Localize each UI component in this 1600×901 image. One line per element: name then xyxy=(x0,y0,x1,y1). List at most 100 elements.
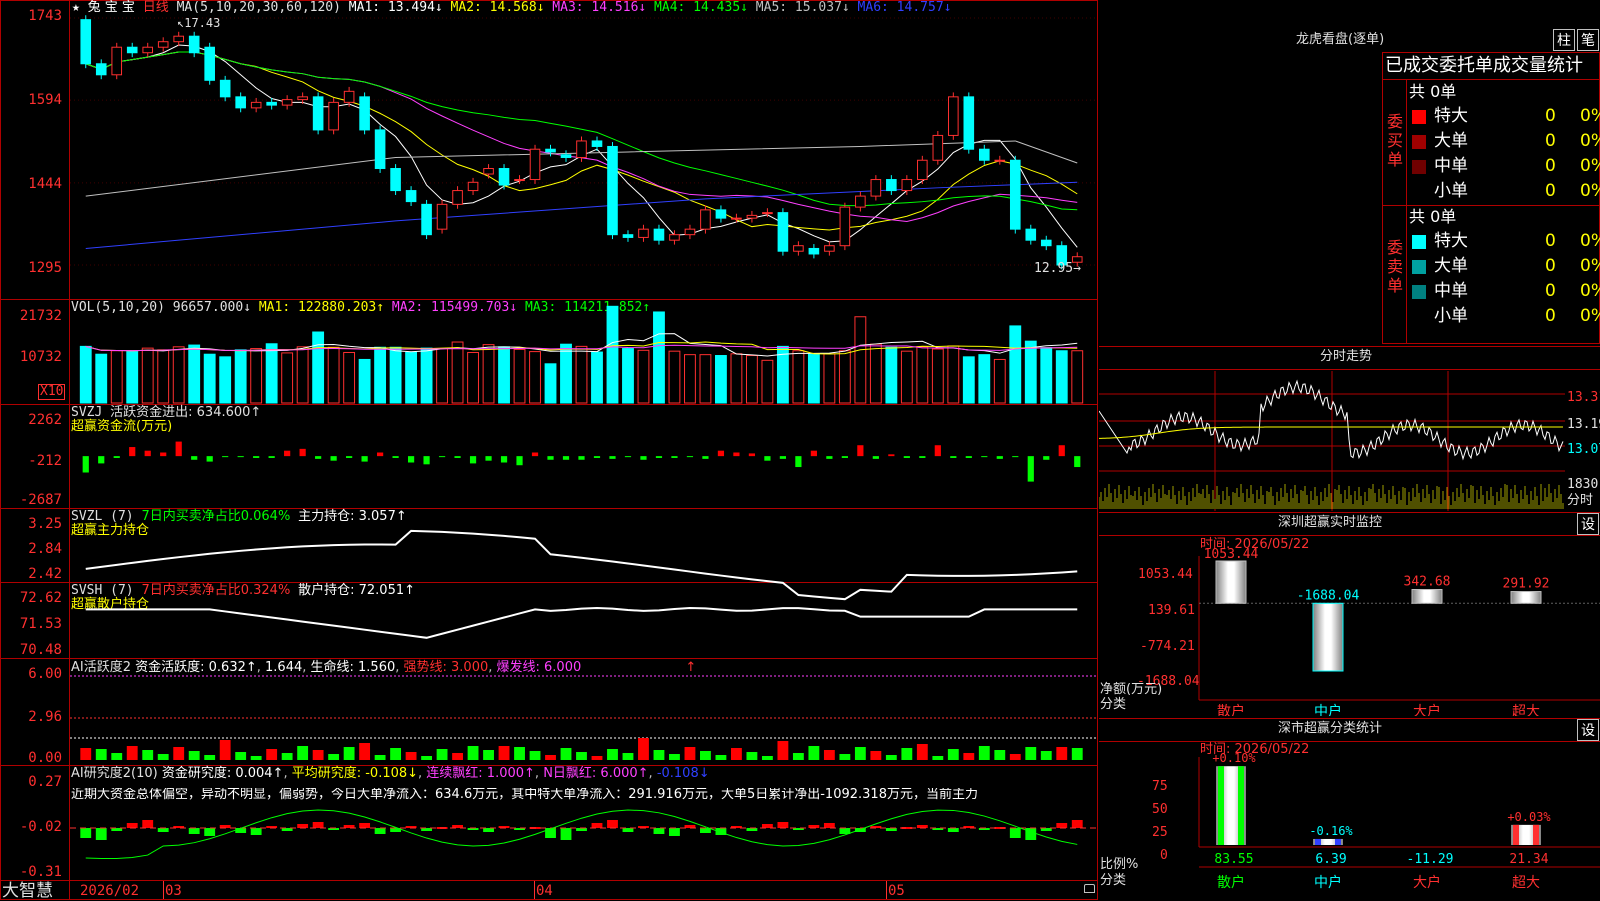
activity-bar xyxy=(529,751,541,760)
candle-body xyxy=(700,209,711,230)
volume-bar xyxy=(869,343,882,404)
intraday-vol-tick: 1830 xyxy=(1567,477,1599,492)
monitor-bar xyxy=(1411,589,1443,604)
intraday-price-line xyxy=(1099,379,1564,461)
intraday-title: 分时走势 xyxy=(1320,349,1373,364)
volume-bar xyxy=(281,352,294,404)
research-bar xyxy=(823,823,835,828)
fund-flow-bar xyxy=(609,456,616,459)
fund-flow-bar xyxy=(934,445,941,457)
volume-bar xyxy=(250,348,263,404)
intraday-avg-line xyxy=(1099,426,1563,439)
volume-bar xyxy=(513,348,526,404)
brand-logo[interactable]: 大智慧 xyxy=(2,882,53,900)
classify-settings-button[interactable]: 设 xyxy=(1577,719,1599,741)
volume-bar xyxy=(498,346,510,404)
volume-bar xyxy=(885,346,898,404)
monitor-category-label: 散户 xyxy=(1217,703,1245,716)
fund-flow-bar xyxy=(237,456,244,458)
volume-bar xyxy=(436,348,448,404)
candle-body xyxy=(886,179,897,192)
volume-bar xyxy=(157,349,170,404)
order-count: 0 xyxy=(1545,181,1556,201)
volume-bar xyxy=(1024,340,1037,404)
volume-bar xyxy=(916,346,929,404)
volume-bar xyxy=(420,347,433,404)
fund-flow-bar xyxy=(129,447,136,457)
ytick-svzl-0: 3.25 xyxy=(28,516,62,532)
volume-bar xyxy=(730,353,743,404)
classify-bar-accent xyxy=(1315,838,1321,845)
fund-flow-bar xyxy=(702,456,709,459)
ytick-vol-1: 10732 xyxy=(19,349,62,365)
xtick-marker xyxy=(534,881,535,899)
bar-toggle-button[interactable]: 柱 xyxy=(1553,29,1575,51)
fund-flow-bar xyxy=(547,456,554,460)
activity-bar xyxy=(266,749,278,760)
order-stats-title: 已成交委托单成交量统计 xyxy=(1385,55,1583,76)
order-swatch xyxy=(1412,285,1426,299)
volume-bar xyxy=(343,351,356,404)
ytick-ai-0: 6.00 xyxy=(28,666,62,682)
volume-bar xyxy=(715,355,727,404)
lock-icon[interactable] xyxy=(1084,884,1095,893)
intraday-time-tick: 分时 xyxy=(1567,493,1594,508)
volume-bar xyxy=(591,351,603,404)
monitor-chart[interactable]: 散户 -1688.04 中户 342.68 大户 291.92 超大 1053.44 xyxy=(1099,536,1600,716)
research-bar xyxy=(545,828,556,838)
candle-body xyxy=(219,79,231,98)
tick-toggle-button[interactable]: 笔 xyxy=(1577,29,1599,51)
fund-flow-bar xyxy=(361,456,368,462)
order-pct: 0% xyxy=(1580,231,1600,251)
chart-canvas[interactable] xyxy=(70,0,1097,881)
activity-bar xyxy=(1040,751,1052,760)
activity-bar xyxy=(452,753,463,760)
activity-bar xyxy=(777,741,789,760)
research-bar xyxy=(312,822,324,828)
order-count: 0 xyxy=(1545,106,1556,126)
order-type: 中单 xyxy=(1434,156,1468,176)
candle-body xyxy=(855,195,866,208)
activity-bar xyxy=(700,751,711,760)
intraday-chart[interactable] xyxy=(1099,371,1565,511)
vol-unit-badge[interactable]: X10 xyxy=(38,384,66,400)
fund-flow-bar xyxy=(919,456,926,458)
activity-bar xyxy=(204,755,216,760)
intraday-ytick-2: 13.07 xyxy=(1567,442,1600,457)
classify-chart[interactable]: +0.10% 83.55 散户 -0.16% 6.39 中户 -11.29 大户 +0.03% 2… xyxy=(1099,742,1600,900)
volume-bar xyxy=(327,346,340,404)
volume-bar xyxy=(358,358,371,404)
ytick-main-3: 1295 xyxy=(28,260,62,276)
order-count: 0 xyxy=(1545,156,1556,176)
activity-bar xyxy=(591,756,603,760)
volume-bar xyxy=(606,305,619,404)
activity-bar xyxy=(157,754,169,760)
fund-flow-bar xyxy=(160,452,167,457)
xtick-0: 2026/02 xyxy=(80,883,140,899)
research-bar xyxy=(204,828,216,836)
fund-flow-bar xyxy=(113,456,120,458)
volume-bar xyxy=(1009,325,1022,404)
classify-value-label: 21.34 xyxy=(1509,852,1548,867)
research-bar xyxy=(653,828,665,834)
volume-bar xyxy=(900,350,913,404)
candle-body xyxy=(1040,239,1052,247)
volume-bar xyxy=(699,354,712,404)
order-pct: 0% xyxy=(1580,106,1600,126)
monitor-settings-button[interactable]: 设 xyxy=(1577,513,1599,535)
ytick-svsh-2: 70.48 xyxy=(19,642,62,658)
low-value: 12.95→ xyxy=(1034,261,1081,276)
xtick-marker xyxy=(886,881,887,899)
ytick-vol-0: 21732 xyxy=(19,308,62,324)
ytick-svzl-1: 2.84 xyxy=(28,541,62,557)
volume-bar xyxy=(761,359,774,404)
candle-body xyxy=(994,159,1006,162)
volume-bar xyxy=(684,354,696,404)
fund-flow-bar xyxy=(686,456,694,458)
candle-body xyxy=(126,46,138,54)
candle-body xyxy=(917,159,928,181)
research-bar xyxy=(188,828,200,834)
research-bar xyxy=(359,823,371,828)
order-type: 小单 xyxy=(1434,306,1468,326)
research-bar xyxy=(761,824,773,828)
